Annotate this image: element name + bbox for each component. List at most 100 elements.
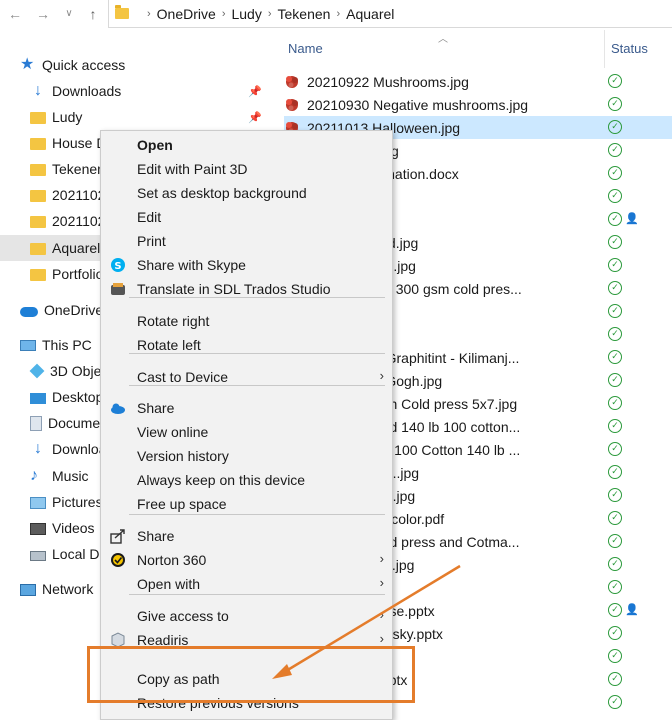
nav-item-label: Desktop — [52, 389, 104, 405]
shared-person-icon: 👤 — [625, 213, 639, 225]
videos-icon — [30, 523, 46, 535]
column-name[interactable]: Name — [288, 41, 323, 56]
menu-item-share-with-skype[interactable]: S Share with Skype — [101, 253, 392, 277]
3d-objects-icon — [29, 363, 45, 379]
norton-icon — [110, 552, 126, 568]
nav-item-label: Downloads — [52, 83, 122, 99]
menu-item-label: Give access to — [137, 608, 229, 624]
menu-separator — [129, 514, 385, 515]
menu-item-always-keep-on-this-device[interactable]: Always keep on this device — [101, 468, 392, 492]
context-menu: Open Edit with Paint 3D Set as desktop bac… — [100, 130, 393, 720]
sort-ascending-icon: ︿ — [438, 34, 448, 45]
desktop-icon — [30, 392, 46, 404]
synced-check-icon: ✓ — [608, 74, 622, 88]
nav-item-label: Quick access — [42, 57, 126, 73]
menu-item-label: Edit — [137, 209, 162, 225]
computer-icon — [20, 340, 36, 351]
menu-item-label: Rotate right — [137, 313, 210, 329]
synced-check-icon: ✓ — [608, 120, 622, 134]
file-name: 20210930 Negative mushrooms.jpg — [307, 96, 529, 113]
pin-icon: 📌 — [248, 111, 262, 124]
menu-item-give-access-to[interactable]: Give access to › — [101, 604, 392, 628]
menu-item-label: Share — [137, 400, 175, 416]
synced-check-icon: ✓ — [608, 557, 622, 571]
nav-item-label: Tekenen — [52, 161, 105, 177]
folder-icon — [30, 216, 46, 228]
menu-item-view-online[interactable]: View online — [101, 420, 392, 444]
synced-check-icon: ✓ — [608, 488, 622, 502]
menu-item-label: View online — [137, 424, 209, 440]
menu-item-set-as-desktop-background[interactable]: Set as desktop background — [101, 181, 392, 205]
address-bar: ← → ∨ ↑ › OneDrive › Ludy › Tekenen › Aq… — [0, 0, 672, 30]
menu-separator — [129, 297, 385, 298]
nav-item-ludy[interactable]: Ludy 📌 — [0, 104, 268, 130]
network-icon — [20, 584, 36, 596]
nav-item-label: OneDrive — [44, 302, 104, 318]
menu-item-share[interactable]: Share — [101, 524, 392, 548]
menu-item-open[interactable]: Open — [101, 133, 392, 157]
menu-item-label: Share with Skype — [137, 257, 246, 273]
breadcrumb-item[interactable]: OneDrive — [157, 6, 216, 22]
breadcrumb-item[interactable]: Tekenen — [278, 6, 331, 22]
chevron-right-icon: › — [379, 551, 384, 566]
nav-item-label: Pictures — [52, 494, 103, 510]
menu-item-free-up-space[interactable]: Free up space — [101, 492, 392, 516]
file-row[interactable]: 20210930 Negative mushrooms.jpg ✓ — [284, 93, 672, 116]
chevron-right-icon[interactable]: › — [147, 8, 151, 20]
menu-separator — [129, 594, 385, 595]
file-name: 20210922 Mushrooms.jpg — [307, 73, 469, 90]
forward-arrow-icon[interactable]: → — [34, 5, 52, 23]
synced-check-icon: ✓ — [608, 97, 622, 111]
menu-item-label: Always keep on this device — [137, 472, 306, 488]
documents-icon — [30, 415, 42, 431]
breadcrumb-item[interactable]: Ludy — [231, 6, 261, 22]
skype-icon: S — [110, 257, 126, 273]
up-arrow-icon[interactable]: ↑ — [84, 5, 102, 23]
synced-check-icon: ✓ — [608, 396, 622, 410]
chevron-down-icon[interactable]: ∨ — [60, 5, 78, 23]
chevron-right-icon: › — [379, 575, 384, 590]
music-icon: ♪ — [30, 467, 38, 484]
menu-item-rotate-right[interactable]: Rotate right — [101, 309, 392, 333]
menu-item-edit-with-paint-3d[interactable]: Edit with Paint 3D — [101, 157, 392, 181]
menu-item-label: Open with — [137, 576, 201, 592]
file-row[interactable]: 20210922 Mushrooms.jpg ✓ — [284, 70, 672, 93]
synced-check-icon: ✓ — [608, 373, 622, 387]
chevron-right-icon: › — [379, 368, 384, 383]
column-status[interactable]: Status — [611, 41, 648, 56]
synced-check-icon: ✓ — [608, 166, 622, 180]
column-divider[interactable] — [604, 30, 605, 68]
menu-item-label: Rotate left — [137, 337, 201, 353]
menu-item-version-history[interactable]: Version history — [101, 444, 392, 468]
synced-check-icon: ✓ — [608, 419, 622, 433]
synced-check-icon: ✓ — [608, 511, 622, 525]
star-icon: ★ — [20, 56, 35, 73]
trados-icon — [110, 281, 126, 297]
nav-item-label: 2021102 — [52, 213, 106, 229]
breadcrumb-item[interactable]: Aquarel — [346, 6, 394, 22]
menu-item-open-with[interactable]: Open with › — [101, 572, 392, 596]
menu-item-label: Share — [137, 528, 175, 544]
chevron-right-icon[interactable]: › — [222, 8, 226, 20]
chevron-right-icon: › — [379, 607, 384, 622]
synced-check-icon: ✓ — [608, 649, 622, 663]
download-icon: ↓ — [34, 82, 42, 99]
nav-item-downloads[interactable]: ↓ Downloads 📌 — [0, 78, 268, 104]
chevron-right-icon[interactable]: › — [336, 8, 340, 20]
menu-item-label: Set as desktop background — [137, 185, 307, 201]
menu-item-edit[interactable]: Edit — [101, 205, 392, 229]
nav-item-label: Portfolio — [52, 266, 104, 282]
cloud-icon — [20, 306, 38, 317]
synced-check-icon: ✓ — [608, 672, 622, 686]
back-arrow-icon[interactable]: ← — [6, 5, 24, 23]
menu-item-share[interactable]: Share — [101, 396, 392, 420]
download-icon: ↓ — [34, 440, 42, 457]
nav-item-quick-access[interactable]: ★ Quick access — [0, 52, 268, 78]
menu-item-norton-360[interactable]: Norton 360 › — [101, 548, 392, 572]
breadcrumb[interactable]: › OneDrive › Ludy › Tekenen › Aquarel — [108, 0, 672, 28]
menu-item-label: Translate in SDL Trados Studio — [137, 281, 331, 297]
synced-check-icon: ✓ — [608, 695, 622, 709]
chevron-right-icon[interactable]: › — [268, 8, 272, 20]
menu-item-print[interactable]: Print — [101, 229, 392, 253]
shared-person-icon: 👤 — [625, 604, 639, 616]
